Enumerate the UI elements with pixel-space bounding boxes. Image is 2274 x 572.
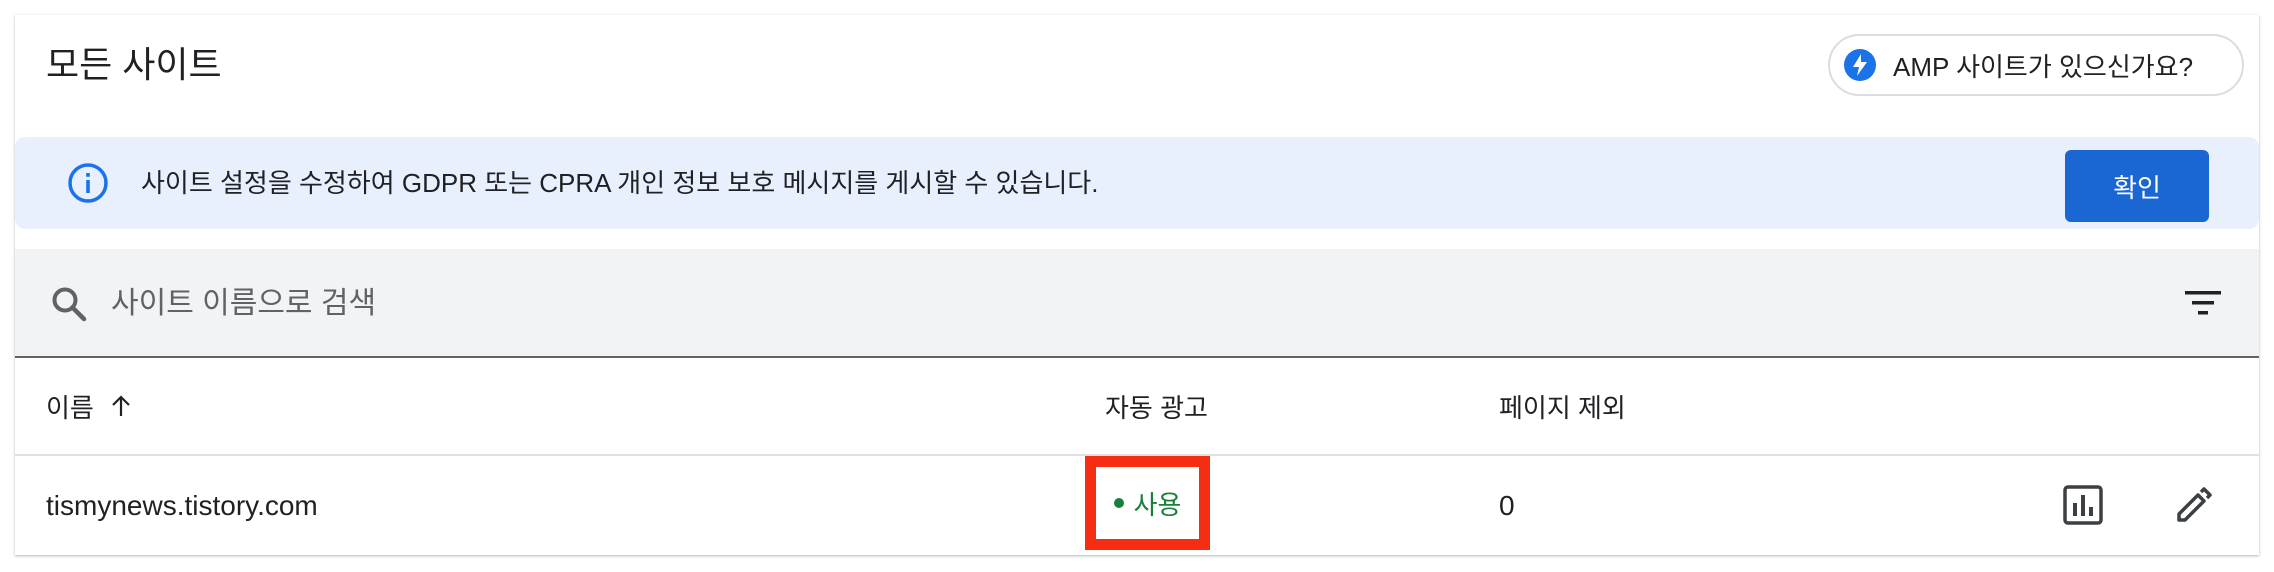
arrow-up-icon — [112, 395, 130, 416]
auto-ads-status-highlight: 사용 — [1085, 456, 1210, 550]
card-header: 모든 사이트 AMP 사이트가 있으신가요? — [15, 15, 2259, 137]
lightning-bolt-icon — [1844, 49, 1876, 81]
confirm-button[interactable]: 확인 — [2065, 150, 2209, 222]
page-exclusions-count: 0 — [1499, 489, 1515, 521]
info-icon — [68, 163, 108, 203]
column-name-label: 이름 — [46, 392, 94, 423]
column-header-name[interactable]: 이름 — [46, 358, 134, 454]
search-icon — [52, 287, 87, 322]
table-row: tismynews.tistory.com 사용 0 — [15, 456, 2259, 555]
amp-sites-chip[interactable]: AMP 사이트가 있으신가요? — [1828, 34, 2244, 96]
banner-message: 사이트 설정을 수정하여 GDPR 또는 CPRA 개인 정보 보호 메시지를 … — [141, 168, 1099, 198]
pencil-icon[interactable] — [2173, 484, 2215, 526]
column-header-page-exclusions: 페이지 제외 — [1499, 392, 1626, 423]
site-search-bar — [15, 249, 2259, 358]
filter-icon[interactable] — [2183, 287, 2223, 319]
amp-chip-label: AMP 사이트가 있으신가요? — [1893, 51, 2194, 82]
sites-card: 모든 사이트 AMP 사이트가 있으신가요? 사이트 설정을 수정하여 GDPR… — [15, 15, 2259, 555]
site-search-input[interactable] — [109, 275, 2013, 333]
table-header-row: 이름 자동 광고 페이지 제외 — [15, 358, 2259, 456]
page-title: 모든 사이트 — [46, 44, 222, 85]
status-dot-icon — [1113, 498, 1124, 508]
site-name: tismynews.tistory.com — [46, 489, 318, 521]
bar-chart-icon[interactable] — [2062, 484, 2104, 526]
auto-ads-status: 사용 — [1133, 489, 1182, 520]
gdpr-info-banner: 사이트 설정을 수정하여 GDPR 또는 CPRA 개인 정보 보호 메시지를 … — [15, 137, 2259, 229]
column-header-auto-ads: 자동 광고 — [1105, 392, 1208, 423]
